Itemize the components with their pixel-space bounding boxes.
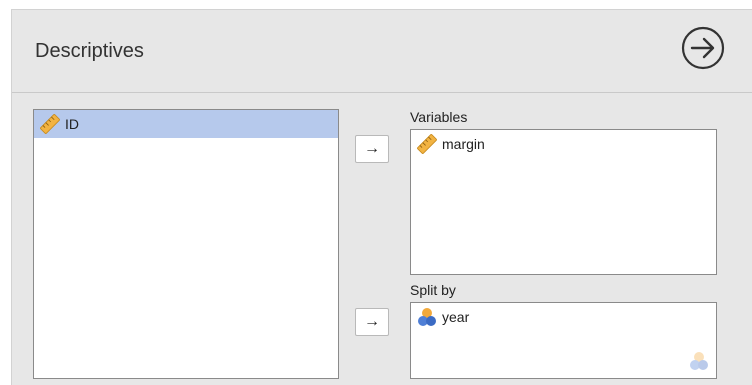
descriptives-panel: Descriptives ID → → Variables margin Spl… [11,9,752,385]
assign-variables-button[interactable]: → [355,135,389,163]
variables-item-label: margin [442,136,485,152]
list-item[interactable]: ID [34,110,338,138]
run-arrow-icon[interactable] [681,26,725,70]
nominal-watermark-icon [690,352,708,370]
assign-splitby-button[interactable]: → [355,308,389,336]
splitby-list[interactable]: year [410,302,717,379]
variables-list[interactable]: margin [410,129,717,275]
ruler-icon [417,134,437,154]
nominal-icon [418,308,436,326]
header-divider [12,92,752,93]
source-item-label: ID [65,116,79,132]
panel-header: Descriptives [12,10,752,92]
ruler-icon [40,114,60,134]
list-item[interactable]: year [411,303,716,331]
splitby-label: Split by [410,282,456,298]
list-item[interactable]: margin [411,130,716,158]
panel-title: Descriptives [35,40,144,62]
variables-label: Variables [410,109,468,125]
splitby-item-label: year [442,309,470,325]
source-variable-list[interactable]: ID [33,109,339,379]
